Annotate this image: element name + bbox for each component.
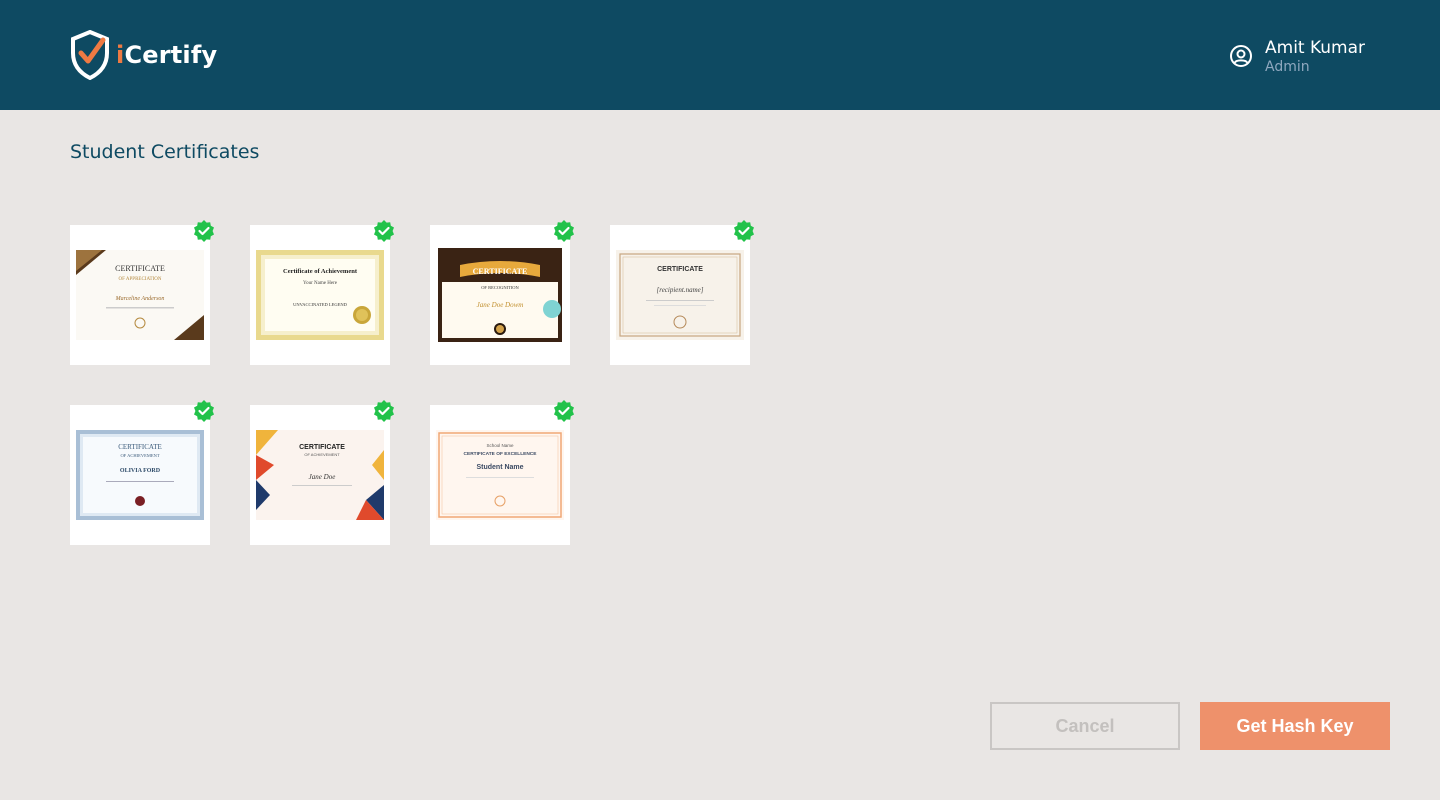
verified-check-icon bbox=[194, 400, 214, 422]
certificate-card[interactable]: CERTIFICATE OF APPRECIATION Marceline An… bbox=[70, 220, 214, 365]
verified-check-icon bbox=[554, 400, 574, 422]
svg-text:CERTIFICATE: CERTIFICATE bbox=[115, 264, 165, 273]
certificate-card[interactable]: CERTIFICATE OF ACHIEVEMENT OLIVIA FORD bbox=[70, 400, 214, 545]
verified-check-icon bbox=[554, 220, 574, 242]
verified-check-icon bbox=[374, 220, 394, 242]
svg-text:Jane Doe Dowm: Jane Doe Dowm bbox=[477, 301, 524, 309]
svg-text:School Name: School Name bbox=[486, 443, 514, 448]
svg-text:OLIVIA FORD: OLIVIA FORD bbox=[120, 468, 161, 474]
svg-text:Certificate of Achievement: Certificate of Achievement bbox=[283, 268, 358, 275]
get-hash-key-button[interactable]: Get Hash Key bbox=[1200, 702, 1390, 750]
brand-name: iCertify bbox=[116, 41, 218, 69]
svg-text:[recipient.name]: [recipient.name] bbox=[657, 286, 704, 294]
certificate-thumbnail: CERTIFICATE OF APPRECIATION Marceline An… bbox=[76, 250, 204, 340]
svg-text:OF APPRECIATION: OF APPRECIATION bbox=[119, 277, 162, 282]
app-header: iCertify Amit Kumar Admin bbox=[0, 0, 1440, 110]
cancel-button[interactable]: Cancel bbox=[990, 702, 1180, 750]
certificate-card[interactable]: CERTIFICATE OF RECOGNITION Jane Doe Dowm bbox=[430, 220, 574, 365]
user-role: Admin bbox=[1265, 59, 1310, 75]
certificate-card[interactable]: CERTIFICATE [recipient.name] bbox=[610, 220, 754, 365]
user-name: Amit Kumar bbox=[1265, 38, 1366, 58]
svg-text:CERTIFICATE OF EXCELLENCE: CERTIFICATE OF EXCELLENCE bbox=[464, 451, 538, 457]
svg-text:OF ACHIEVEMENT: OF ACHIEVEMENT bbox=[304, 452, 340, 457]
svg-text:CERTIFICATE: CERTIFICATE bbox=[657, 266, 703, 273]
certificate-thumbnail: CERTIFICATE OF ACHIEVEMENT Jane Doe bbox=[256, 430, 384, 520]
user-circle-icon bbox=[1230, 45, 1252, 67]
svg-text:Jane Doe: Jane Doe bbox=[309, 473, 336, 481]
page-title: Student Certificates bbox=[70, 141, 260, 163]
svg-text:Your Name Here: Your Name Here bbox=[303, 281, 338, 286]
svg-text:OF RECOGNITION: OF RECOGNITION bbox=[481, 285, 519, 290]
certificate-thumbnail: Certificate of Achievement Your Name Her… bbox=[256, 250, 384, 340]
svg-text:CERTIFICATE: CERTIFICATE bbox=[473, 267, 528, 276]
svg-text:Student Name: Student Name bbox=[476, 464, 523, 471]
brand-logo[interactable]: iCertify bbox=[70, 30, 217, 80]
svg-text:UNVACCINATED LEGEND: UNVACCINATED LEGEND bbox=[293, 302, 348, 307]
verified-check-icon bbox=[734, 220, 754, 242]
shield-check-icon bbox=[71, 30, 109, 80]
certificate-thumbnail: CERTIFICATE OF ACHIEVEMENT OLIVIA FORD bbox=[76, 430, 204, 520]
user-menu[interactable]: Amit Kumar Admin bbox=[1229, 38, 1365, 76]
svg-text:Marceline Anderson: Marceline Anderson bbox=[115, 296, 165, 302]
certificate-thumbnail: School Name CERTIFICATE OF EXCELLENCE St… bbox=[436, 430, 564, 520]
certificate-card[interactable]: CERTIFICATE OF ACHIEVEMENT Jane Doe bbox=[250, 400, 394, 545]
user-info: Amit Kumar Admin bbox=[1265, 38, 1365, 76]
svg-text:CERTIFICATE: CERTIFICATE bbox=[299, 444, 345, 451]
certificate-card[interactable]: School Name CERTIFICATE OF EXCELLENCE St… bbox=[430, 400, 574, 545]
certificate-thumbnail: CERTIFICATE [recipient.name] bbox=[616, 250, 744, 340]
verified-check-icon bbox=[194, 220, 214, 242]
svg-text:CERTIFICATE: CERTIFICATE bbox=[118, 443, 162, 451]
verified-check-icon bbox=[374, 400, 394, 422]
certificate-thumbnail: CERTIFICATE OF RECOGNITION Jane Doe Dowm bbox=[438, 248, 562, 342]
svg-text:OF ACHIEVEMENT: OF ACHIEVEMENT bbox=[120, 453, 159, 458]
certificate-card[interactable]: Certificate of Achievement Your Name Her… bbox=[250, 220, 394, 365]
